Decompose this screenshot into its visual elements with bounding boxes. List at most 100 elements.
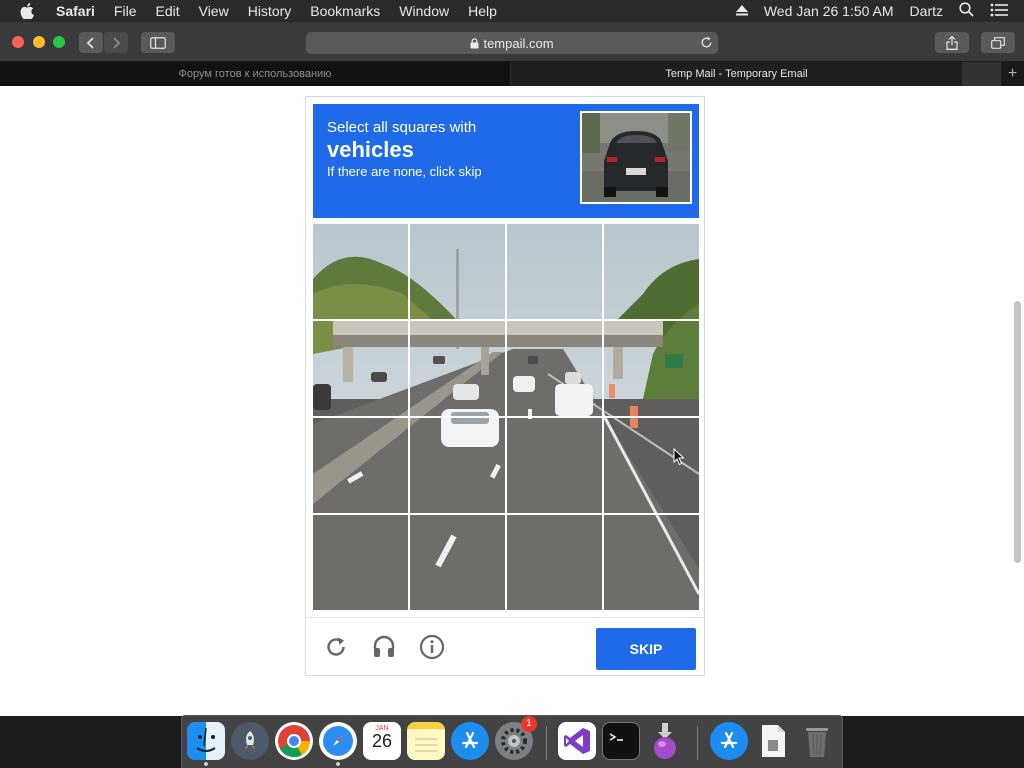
- chrome-logo-icon: [278, 725, 311, 758]
- terminal-prompt-icon: [609, 733, 623, 741]
- app-store-icon[interactable]: [451, 722, 489, 760]
- grid-tile-7[interactable]: [507, 321, 602, 416]
- share-button[interactable]: [935, 32, 969, 53]
- dock-separator: [697, 726, 698, 760]
- spotlight-search-icon[interactable]: [959, 2, 974, 20]
- menu-view[interactable]: View: [199, 0, 229, 22]
- tab-bar: Форум готов к использованию Temp Mail - …: [0, 62, 1024, 86]
- eject-icon[interactable]: [735, 3, 748, 19]
- web-page: Select all squares with vehicles If ther…: [0, 86, 1024, 716]
- chrome-icon[interactable]: [275, 722, 313, 760]
- calendar-day: 26: [371, 731, 393, 751]
- grid-tile-9[interactable]: [313, 418, 408, 513]
- minimize-window-button[interactable]: [33, 36, 45, 48]
- menu-edit[interactable]: Edit: [155, 0, 179, 22]
- grid-tile-6[interactable]: [410, 321, 505, 416]
- grid-tile-13[interactable]: [313, 515, 408, 610]
- app-store-downloads-icon[interactable]: [710, 722, 748, 760]
- grid-tile-8[interactable]: [604, 321, 699, 416]
- tab-temp-mail[interactable]: Temp Mail - Temporary Email: [511, 62, 962, 86]
- control-center-icon[interactable]: [990, 3, 1008, 20]
- captcha-footer: SKIP: [306, 617, 704, 675]
- share-icon: [946, 35, 958, 50]
- dock-separator: [546, 726, 547, 760]
- notes-lines-icon: [415, 738, 437, 751]
- tab-title: Temp Mail - Temporary Email: [665, 68, 808, 80]
- close-window-button[interactable]: [12, 36, 24, 48]
- page-scrollbar[interactable]: [1014, 301, 1021, 563]
- grid-tile-5[interactable]: [313, 321, 408, 416]
- prompt-target: vehicles: [327, 137, 414, 162]
- zoom-window-button[interactable]: [53, 36, 65, 48]
- prompt-hint: If there are none, click skip: [327, 164, 482, 179]
- chevron-left-icon: [86, 36, 94, 49]
- grid-tile-16[interactable]: [604, 515, 699, 610]
- grid-tile-11[interactable]: [507, 418, 602, 513]
- skip-button[interactable]: SKIP: [596, 628, 696, 670]
- terminal-icon[interactable]: [602, 722, 640, 760]
- menubar-clock[interactable]: Wed Jan 26 1:50 AM: [764, 3, 894, 19]
- prompt-instruction: Select all squares with: [327, 119, 477, 136]
- safari-icon[interactable]: [319, 722, 357, 766]
- sample-image: [580, 111, 692, 204]
- url-text: tempail.com: [483, 35, 554, 51]
- captcha-challenge: Select all squares with vehicles If ther…: [305, 96, 705, 676]
- menu-bar: Safari File Edit View History Bookmarks …: [0, 0, 1024, 22]
- info-icon[interactable]: [418, 633, 446, 661]
- apple-menu-icon[interactable]: [20, 3, 38, 19]
- grid-tile-4[interactable]: [604, 224, 699, 319]
- grid-tile-2[interactable]: [410, 224, 505, 319]
- trash-icon[interactable]: [798, 722, 836, 760]
- installer-icon[interactable]: [646, 722, 684, 760]
- back-button[interactable]: [79, 32, 103, 53]
- launchpad-icon[interactable]: [231, 722, 269, 760]
- notes-icon[interactable]: [407, 722, 445, 760]
- dock: JAN 26 1: [181, 715, 843, 768]
- notification-badge: 1: [521, 716, 537, 732]
- grid-tile-10[interactable]: [410, 418, 505, 513]
- finder-face-icon: [196, 727, 216, 752]
- lock-icon: [470, 37, 479, 49]
- captcha-image-grid: [313, 224, 699, 610]
- visual-studio-icon[interactable]: [558, 722, 596, 760]
- new-tab-button[interactable]: +: [1000, 62, 1024, 86]
- grid-tile-14[interactable]: [410, 515, 505, 610]
- sidebar-toggle-button[interactable]: [141, 32, 175, 53]
- app-store-a-icon: [461, 731, 479, 749]
- menubar-user[interactable]: Dartz: [910, 3, 943, 19]
- menu-help[interactable]: Help: [468, 0, 497, 22]
- tab-bar-spacer: [962, 62, 1000, 86]
- menu-safari[interactable]: Safari: [56, 0, 95, 22]
- tab-title: Форум готов к использованию: [178, 68, 332, 80]
- refresh-icon[interactable]: [322, 633, 350, 661]
- grid-tile-1[interactable]: [313, 224, 408, 319]
- menu-bookmarks[interactable]: Bookmarks: [310, 0, 380, 22]
- grid-tile-15[interactable]: [507, 515, 602, 610]
- system-preferences-icon[interactable]: 1: [495, 716, 537, 760]
- menu-history[interactable]: History: [248, 0, 292, 22]
- grid-tile-3[interactable]: [507, 224, 602, 319]
- compass-icon: [323, 726, 353, 756]
- chevron-right-icon: [113, 36, 121, 49]
- reload-icon[interactable]: [700, 36, 713, 52]
- tab-overview-button[interactable]: [981, 32, 1015, 53]
- menu-window[interactable]: Window: [399, 0, 449, 22]
- documents-icon[interactable]: [754, 722, 792, 760]
- forward-button[interactable]: [104, 32, 128, 53]
- rocket-icon: [245, 731, 255, 749]
- tab-forum[interactable]: Форум готов к использованию: [0, 62, 511, 86]
- running-indicator: [204, 762, 208, 766]
- audio-challenge-icon[interactable]: [370, 633, 398, 661]
- calendar-icon[interactable]: JAN 26: [363, 722, 401, 760]
- menu-file[interactable]: File: [114, 0, 137, 22]
- trash-can-icon: [806, 728, 828, 757]
- tabs-icon: [991, 36, 1005, 49]
- installer-package-icon: [654, 723, 676, 759]
- captcha-prompt: Select all squares with vehicles If ther…: [313, 104, 699, 218]
- finder-icon[interactable]: [187, 722, 225, 766]
- running-indicator: [336, 762, 340, 766]
- browser-toolbar: tempail.com: [0, 22, 1024, 62]
- address-bar[interactable]: tempail.com: [306, 32, 718, 54]
- mouse-cursor-icon: [673, 447, 685, 471]
- document-file-icon: [762, 725, 785, 757]
